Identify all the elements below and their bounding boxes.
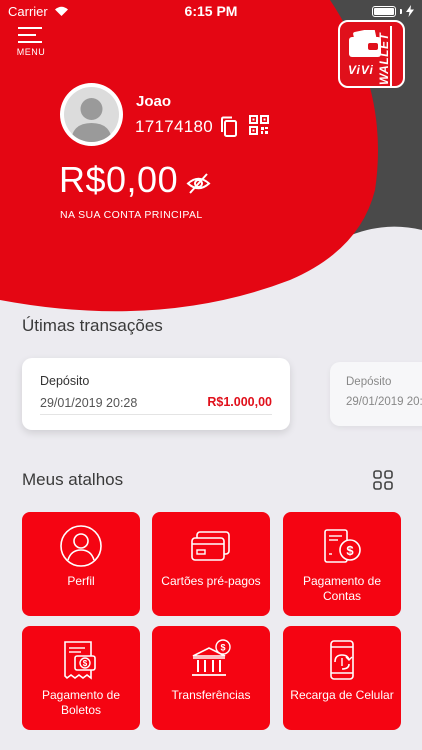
svg-text:$: $ bbox=[83, 659, 88, 668]
shortcut-label: Pagamento de Boletos bbox=[41, 688, 121, 717]
phone-recharge-icon bbox=[330, 640, 354, 680]
carrier-label: Carrier bbox=[8, 3, 48, 19]
avatar[interactable] bbox=[60, 83, 123, 146]
grid-icon bbox=[373, 470, 393, 490]
transactions-title: Útimas transações bbox=[22, 316, 163, 335]
boleto-icon: $ bbox=[64, 641, 96, 680]
shortcut-cartoes[interactable]: Cartões pré-pagos bbox=[152, 512, 270, 616]
logo-brand: ViVi bbox=[348, 63, 374, 77]
transaction-date: 29/01/2019 20:28 bbox=[40, 396, 138, 410]
shortcut-label: Recarga de Celular bbox=[290, 688, 394, 702]
qr-code-icon bbox=[249, 115, 269, 135]
transaction-type: Depósito bbox=[40, 374, 90, 388]
shortcut-label: Pagamento de Contas bbox=[302, 574, 382, 603]
wifi-icon bbox=[54, 6, 68, 16]
bank-transfer-icon: $ bbox=[192, 639, 231, 676]
logo-product: WALLET bbox=[377, 32, 391, 85]
qr-code-button[interactable] bbox=[249, 115, 269, 135]
copy-account-button[interactable] bbox=[219, 116, 239, 138]
shortcut-label: Transferências bbox=[171, 688, 251, 702]
shortcuts-title: Meus atalhos bbox=[22, 470, 124, 489]
eye-off-icon bbox=[186, 173, 211, 194]
shortcuts-grid-button[interactable] bbox=[373, 470, 393, 490]
shortcut-recarga-celular[interactable]: Recarga de Celular bbox=[283, 626, 401, 730]
svg-text:$: $ bbox=[220, 643, 225, 653]
credit-card-icon bbox=[191, 531, 230, 561]
shortcut-transferencias[interactable]: $ Transferências bbox=[152, 626, 270, 730]
account-number: 17174180 bbox=[135, 117, 214, 136]
status-time: 6:15 PM bbox=[184, 3, 238, 19]
user-name: Joao bbox=[136, 93, 172, 110]
user-icon bbox=[60, 525, 102, 567]
hamburger-icon bbox=[18, 27, 42, 43]
vivi-wallet-logo: ViVi WALLET bbox=[338, 20, 405, 88]
transaction-type: Depósito bbox=[346, 376, 392, 388]
person-silhouette-icon bbox=[71, 98, 112, 142]
balance-amount: R$0,00 bbox=[59, 159, 179, 200]
menu-button[interactable]: MENU bbox=[14, 26, 48, 62]
shortcut-label: Perfil bbox=[67, 574, 95, 588]
battery-icon bbox=[372, 5, 396, 17]
menu-label: MENU bbox=[16, 47, 46, 57]
shortcut-pagamento-contas[interactable]: $ Pagamento de Contas bbox=[283, 512, 401, 616]
shortcut-pagamento-boletos[interactable]: $ Pagamento de Boletos bbox=[22, 626, 140, 730]
toggle-balance-visibility-button[interactable] bbox=[186, 171, 211, 196]
shortcut-label: Cartões pré-pagos bbox=[161, 574, 261, 588]
transaction-card[interactable]: Depósito 29/01/2019 20:28 bbox=[330, 362, 422, 426]
charging-icon bbox=[406, 5, 414, 17]
transaction-amount: R$1.000,00 bbox=[207, 395, 272, 409]
copy-icon bbox=[221, 116, 237, 137]
transaction-date: 29/01/2019 20:28 bbox=[346, 396, 422, 408]
transaction-card[interactable]: Depósito 29/01/2019 20:28 R$1.000,00 bbox=[22, 358, 290, 430]
shortcut-perfil[interactable]: Perfil bbox=[22, 512, 140, 616]
status-bar: Carrier 6:15 PM bbox=[0, 0, 422, 22]
bill-payment-icon: $ bbox=[324, 529, 361, 563]
svg-text:$: $ bbox=[346, 543, 354, 558]
balance-caption: NA SUA CONTA PRINCIPAL bbox=[60, 209, 203, 221]
